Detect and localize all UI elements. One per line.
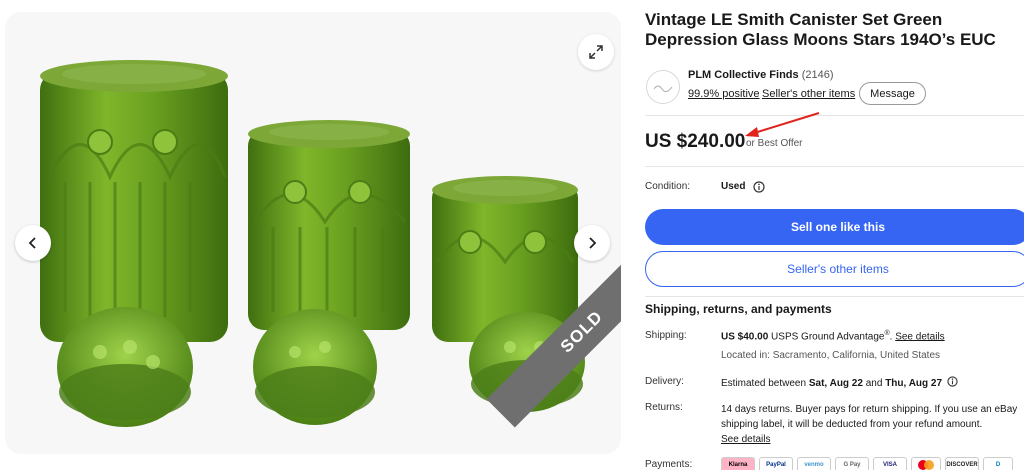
divider bbox=[645, 296, 1024, 297]
klarna-logo: Klarna bbox=[721, 457, 755, 470]
shipping-price: US $40.00 bbox=[721, 331, 769, 343]
sell-one-like-this-button[interactable]: Sell one like this bbox=[645, 209, 1024, 245]
chevron-left-icon bbox=[28, 237, 36, 249]
large-canister bbox=[40, 60, 228, 342]
seller-feedback-count: (2146) bbox=[801, 69, 834, 81]
seller-separator: · bbox=[755, 88, 759, 100]
seller-positive-link[interactable]: 99.9% positive bbox=[688, 88, 760, 100]
mastercard-circles-icon bbox=[918, 460, 934, 470]
returns-label: Returns: bbox=[645, 402, 683, 413]
diners-logo: D bbox=[983, 457, 1013, 470]
seller-card: PLM Collective Finds (2146) 99.9% positi… bbox=[645, 66, 1024, 114]
delivery-estimate: Estimated between Sat, Aug 22 and Thu, A… bbox=[721, 376, 958, 389]
message-seller-button[interactable]: Message bbox=[859, 82, 926, 105]
seller-name[interactable]: PLM Collective Finds (2146) bbox=[688, 69, 834, 81]
payments-label: Payments: bbox=[645, 459, 693, 470]
chevron-right-icon bbox=[589, 237, 597, 249]
shipping-service: USPS Ground Advantage bbox=[771, 331, 885, 343]
seller-other-items-link[interactable]: Seller's other items bbox=[762, 88, 855, 100]
image-gallery[interactable]: SOLD bbox=[5, 12, 621, 454]
sellers-other-items-button[interactable]: Seller's other items bbox=[645, 251, 1024, 287]
shipping-label: Shipping: bbox=[645, 330, 687, 341]
item-price: US $240.00 bbox=[645, 131, 746, 152]
shipping-section-title: Shipping, returns, and payments bbox=[645, 302, 832, 316]
item-info-panel: Vintage LE Smith Canister Set Green Depr… bbox=[645, 0, 1024, 470]
returns-policy: 14 days returns. Buyer pays for return s… bbox=[721, 402, 1024, 447]
previous-image-button[interactable] bbox=[15, 225, 51, 261]
shipping-see-details-link[interactable]: See details bbox=[895, 331, 944, 342]
registered-mark: ® bbox=[884, 330, 890, 337]
paypal-logo: PayPal bbox=[759, 457, 793, 470]
mastercard-logo bbox=[911, 457, 941, 470]
google-pay-logo: G Pay bbox=[835, 457, 869, 470]
payment-methods: Klarna PayPal venmo G Pay VISA DISCOVER … bbox=[721, 457, 1013, 470]
returns-see-details-link[interactable]: See details bbox=[721, 434, 770, 445]
visa-logo: VISA bbox=[873, 457, 907, 470]
delivery-prefix: Estimated between bbox=[721, 378, 807, 389]
item-title: Vintage LE Smith Canister Set Green Depr… bbox=[645, 10, 996, 49]
condition-label: Condition: bbox=[645, 181, 691, 192]
delivery-label: Delivery: bbox=[645, 376, 684, 387]
next-image-button[interactable] bbox=[574, 225, 610, 261]
delivery-start-date: Sat, Aug 22 bbox=[808, 378, 863, 389]
divider bbox=[645, 166, 1024, 167]
info-icon[interactable] bbox=[947, 376, 958, 387]
red-annotation-arrow-icon bbox=[745, 112, 820, 137]
seller-name-text[interactable]: PLM Collective Finds bbox=[688, 69, 799, 81]
delivery-end-date: Thu, Aug 27 bbox=[885, 378, 943, 389]
seller-avatar[interactable] bbox=[646, 70, 680, 104]
info-icon[interactable] bbox=[753, 181, 765, 193]
discover-logo: DISCOVER bbox=[945, 457, 979, 470]
condition-value: Used bbox=[721, 181, 746, 192]
venmo-logo: venmo bbox=[797, 457, 831, 470]
expand-arrows-icon bbox=[589, 45, 603, 59]
expand-image-button[interactable] bbox=[578, 34, 614, 70]
shipping-info: US $40.00 USPS Ground Advantage®. See de… bbox=[721, 330, 945, 343]
medium-canister bbox=[248, 120, 410, 330]
price-row: US $240.00 or Best Offer bbox=[645, 128, 1024, 158]
delivery-and: and bbox=[865, 378, 883, 389]
item-location: Located in: Sacramento, California, Unit… bbox=[721, 350, 941, 361]
seller-logo-icon bbox=[653, 85, 673, 93]
divider bbox=[645, 115, 1024, 116]
returns-text: 14 days returns. Buyer pays for return s… bbox=[721, 404, 1018, 430]
